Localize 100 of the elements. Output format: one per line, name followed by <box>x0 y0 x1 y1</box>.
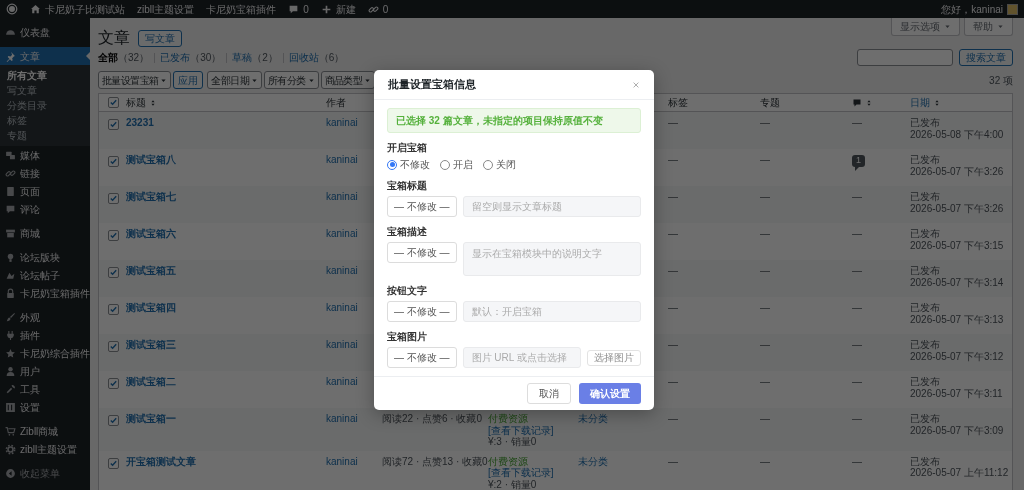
checkbox[interactable] <box>108 415 119 427</box>
confirm-button[interactable]: 确认设置 <box>579 383 641 404</box>
filter-dropdown[interactable]: 所有分类 <box>264 71 319 90</box>
view-filter-link[interactable]: 已发布（30） <box>154 52 227 63</box>
sidebar-item[interactable]: 设置 <box>0 398 90 416</box>
sidebar-item[interactable]: 商城 <box>0 224 90 242</box>
sidebar-item[interactable]: 页面 <box>0 182 90 200</box>
author-link[interactable]: kaninai <box>326 154 358 166</box>
checkbox[interactable] <box>108 193 119 205</box>
download-log-link[interactable]: [查看下载记录] <box>488 467 554 479</box>
author-link[interactable]: kaninai <box>326 117 358 129</box>
radio-button[interactable] <box>483 159 493 170</box>
sidebar-item[interactable]: 用户 <box>0 362 90 380</box>
greeting-link[interactable]: 您好，kaninai <box>941 2 1003 16</box>
radio-button[interactable] <box>387 159 397 170</box>
toolbar-link[interactable]: 卡尼奶宝箱插件 <box>206 2 277 16</box>
site-link[interactable]: 卡尼奶子比测试站 <box>45 2 125 16</box>
link-count[interactable]: 0 <box>382 2 389 16</box>
input-field[interactable]: 默认：开启宝箱 <box>462 301 641 322</box>
author-link[interactable]: kaninai <box>326 376 358 388</box>
input-field[interactable]: 留空则显示文章标题 <box>462 196 641 217</box>
sidebar-item[interactable]: 链接 <box>0 164 90 182</box>
radio-button[interactable] <box>440 159 450 170</box>
select-dropdown[interactable]: — 不修改 — <box>387 301 457 322</box>
sidebar-item[interactable]: 外观 <box>0 308 90 326</box>
post-date: 2026-05-07 下午3:15 <box>910 239 1004 252</box>
post-title-link[interactable]: 测试宝箱五 <box>126 265 176 277</box>
textarea-field[interactable]: 显示在宝箱模块中的说明文字 <box>462 242 641 276</box>
post-title-link[interactable]: 测试宝箱六 <box>126 228 176 240</box>
column-header[interactable]: 日期 <box>910 96 930 109</box>
toolbar-link[interactable]: zibll主题设置 <box>137 2 195 16</box>
post-title-link[interactable]: 测试宝箱七 <box>126 191 176 203</box>
brush-icon <box>5 311 16 323</box>
bulk-action-dropdown[interactable]: 批量设置宝箱 <box>98 71 172 90</box>
sidebar-item[interactable]: 工具 <box>0 380 90 398</box>
sidebar-item[interactable]: 评论 <box>0 200 90 218</box>
new-link[interactable]: 新建 <box>335 2 356 16</box>
category-link[interactable]: 未分类 <box>578 413 608 425</box>
sidebar-item[interactable]: 论坛版块 <box>0 248 90 266</box>
view-filter-link[interactable]: 回收站（6） <box>282 52 350 63</box>
author-link[interactable]: kaninai <box>326 413 358 425</box>
tags-cell: — <box>668 376 678 388</box>
post-title-link[interactable]: 测试宝箱八 <box>126 154 176 166</box>
close-button[interactable] <box>632 80 640 89</box>
caret-icon <box>997 23 1004 30</box>
checkbox[interactable] <box>108 267 119 279</box>
download-log-link[interactable]: [查看下载记录] <box>488 424 554 437</box>
user-icon <box>5 365 16 377</box>
checkbox[interactable] <box>108 97 119 109</box>
sidebar-item[interactable]: Zibll商城 <box>0 422 90 440</box>
sidebar-item[interactable]: 媒体 <box>0 146 90 164</box>
filter-dropdown[interactable]: 商品类型 <box>320 71 376 90</box>
select-dropdown[interactable]: — 不修改 — <box>387 196 457 217</box>
column-header[interactable]: 标题 <box>126 96 146 109</box>
filter-dropdown[interactable]: 全部日期 <box>207 71 262 90</box>
search-field[interactable] <box>857 49 953 67</box>
author-link[interactable]: kaninai <box>326 228 358 240</box>
apply-button[interactable]: 应用 <box>173 71 204 90</box>
radio-label[interactable]: 开启 <box>453 158 473 171</box>
checkbox[interactable] <box>108 304 119 316</box>
tags-cell: — <box>668 455 678 468</box>
column-header: 专题 <box>760 96 780 109</box>
sidebar-item[interactable]: 仪表盘 <box>0 23 90 41</box>
checkbox[interactable] <box>108 378 119 390</box>
checkbox[interactable] <box>108 457 119 469</box>
caret-icon <box>160 76 168 84</box>
checkbox[interactable] <box>108 156 119 168</box>
select-dropdown[interactable]: — 不修改 — <box>387 242 457 263</box>
comments-cell: — <box>852 265 862 277</box>
post-title-link[interactable]: 23231 <box>126 117 154 129</box>
post-title-link[interactable]: 开宝箱测试文章 <box>126 455 196 468</box>
sidebar-item[interactable]: 文章 <box>0 47 90 65</box>
post-title-link[interactable]: 测试宝箱二 <box>126 376 176 388</box>
sidebar-item[interactable]: 卡尼奶综合插件 <box>0 344 90 362</box>
author-link[interactable]: kaninai <box>326 302 358 314</box>
sidebar-item[interactable]: 论坛帖子 <box>0 266 90 284</box>
check-icon <box>109 305 118 315</box>
view-filter-link[interactable]: 草稿（2） <box>226 52 283 63</box>
comment-count[interactable]: 0 <box>303 2 309 16</box>
submenu-item[interactable]: 所有文章 <box>0 68 90 83</box>
post-title-link[interactable]: 测试宝箱一 <box>126 413 176 425</box>
cancel-button[interactable]: 取消 <box>527 383 571 404</box>
author-link[interactable]: kaninai <box>326 191 358 203</box>
author-link[interactable]: kaninai <box>326 455 358 468</box>
sidebar-item[interactable]: 插件 <box>0 326 90 344</box>
view-filter-link[interactable]: 全部（32） <box>98 52 155 63</box>
radio-label[interactable]: 关闭 <box>496 158 516 171</box>
post-title-link[interactable]: 测试宝箱三 <box>126 339 176 351</box>
checkbox[interactable] <box>108 341 119 353</box>
author-link[interactable]: kaninai <box>326 339 358 351</box>
author-link[interactable]: kaninai <box>326 265 358 277</box>
radio-label[interactable]: 不修改 <box>400 158 430 171</box>
add-post-button[interactable]: 写文章 <box>138 30 182 47</box>
post-title-link[interactable]: 测试宝箱四 <box>126 302 176 314</box>
category-link[interactable]: 未分类 <box>578 455 608 468</box>
checkbox[interactable] <box>108 230 119 242</box>
checkbox[interactable] <box>108 119 119 131</box>
sidebar-item[interactable]: zibll主题设置 <box>0 440 90 458</box>
sidebar-item[interactable]: 卡尼奶宝箱插件 <box>0 284 90 302</box>
search-button[interactable]: 搜索文章 <box>959 49 1013 67</box>
